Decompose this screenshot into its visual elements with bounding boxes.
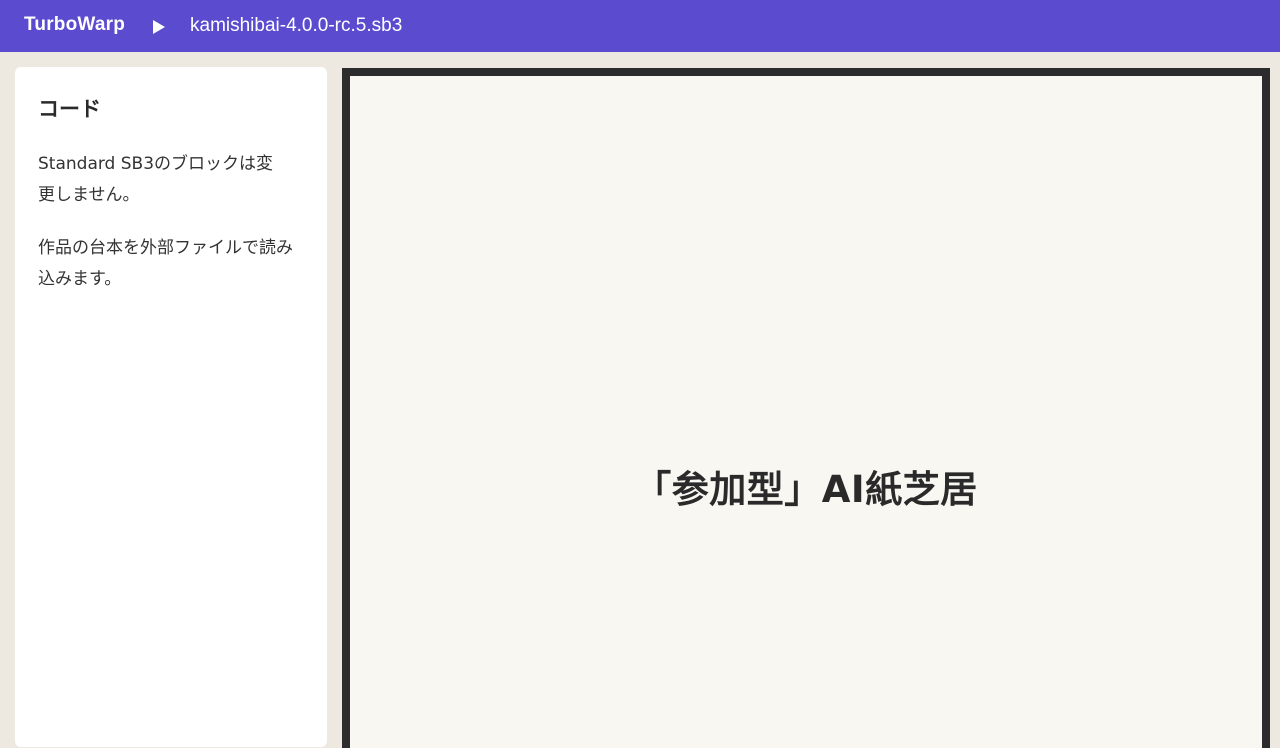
sidebar-title: コード [38, 97, 101, 121]
brand-logo[interactable]: TurboWarp [24, 14, 125, 36]
project-filename: kamishibai-4.0.0-rc.5.sb3 [190, 15, 403, 36]
play-icon[interactable] [153, 20, 165, 34]
stage-canvas[interactable]: 「参加型」AI紙芝居 [342, 68, 1270, 748]
sidebar-paragraph: 作品の台本を外部ファイルで読み込みます。 [38, 238, 293, 289]
stage-title: 「参加型」AI紙芝居 [634, 468, 978, 511]
sidebar-panel: コード Standard SB3のブロックは変更しません。 作品の台本を外部ファ… [15, 67, 327, 747]
top-bar: TurboWarp kamishibai-4.0.0-rc.5.sb3 [0, 0, 1280, 52]
sidebar-paragraph: Standard SB3のブロックは変更しません。 [38, 154, 274, 205]
